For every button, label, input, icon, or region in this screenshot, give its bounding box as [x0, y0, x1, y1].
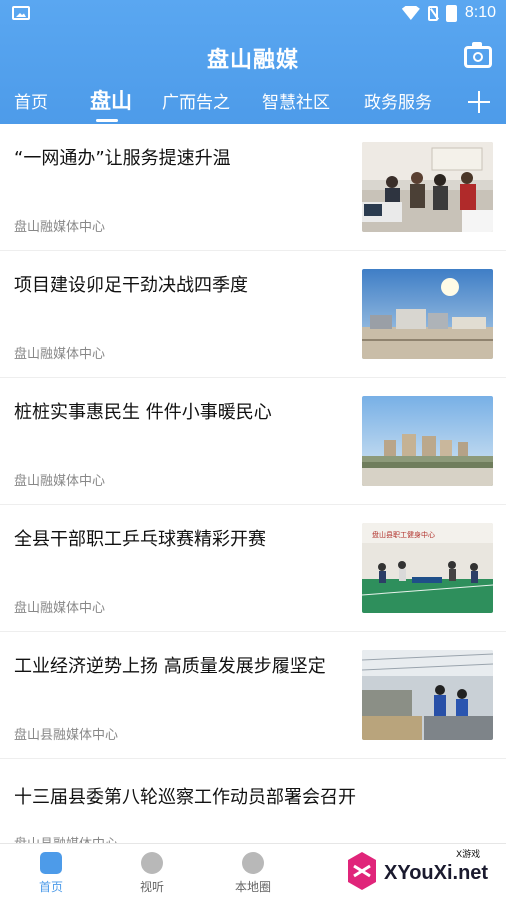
news-thumbnail — [362, 142, 493, 232]
nav-home-label: 首页 — [38, 880, 63, 894]
no-sim-icon — [427, 5, 438, 21]
status-icons: 8:10 — [401, 4, 496, 22]
news-source: 盘山融媒体中心 — [14, 220, 106, 235]
wifi-icon — [401, 6, 420, 20]
news-title: 项目建设卯足干劲决战四季度 — [14, 275, 248, 296]
image-notification-icon — [12, 6, 30, 20]
tab-panshan[interactable]: 盘山 — [90, 85, 132, 115]
news-item[interactable]: “一网通办”让服务提速升温 盘山融媒体中心 — [0, 124, 506, 251]
tab-ads[interactable]: 广而告之 — [162, 88, 230, 113]
news-source: 盘山融媒体中心 — [14, 474, 106, 489]
watermark-top: X游戏 — [456, 848, 480, 860]
gym-banner-text: 盘山县职工健身中心 — [372, 530, 435, 539]
news-thumbnail — [362, 396, 493, 486]
active-tab-indicator — [96, 119, 118, 122]
play-icon — [141, 852, 163, 874]
nav-local-label: 本地圈 — [234, 880, 271, 894]
channel-tabs: 首页 盘山 广而告之 智慧社区 政务服务 — [0, 88, 506, 120]
news-source: 盘山融媒体中心 — [14, 601, 106, 616]
news-source: 盘山县融媒体中心 — [14, 728, 119, 743]
camera-icon[interactable] — [464, 42, 492, 68]
news-item[interactable]: 全县干部职工乒乓球赛精彩开赛 盘山融媒体中心 盘山县职工健身中心 — [0, 505, 506, 632]
news-title: 十三届县委第八轮巡察工作动员部署会召开 — [14, 787, 356, 808]
status-bar: 8:10 — [0, 0, 506, 30]
news-item[interactable]: 桩桩实事惠民生 件件小事暖民心 盘山融媒体中心 — [0, 378, 506, 505]
news-thumbnail — [362, 650, 493, 740]
tab-government[interactable]: 政务服务 — [364, 88, 432, 113]
watermark-main: XYouXi.net — [384, 862, 488, 884]
app-header: 8:10 盘山融媒 首页 盘山 广而告之 智慧社区 政务服务 — [0, 0, 506, 124]
news-title: 桩桩实事惠民生 件件小事暖民心 — [14, 402, 272, 423]
nav-home[interactable]: 首页 — [11, 850, 91, 895]
news-list: “一网通办”让服务提速升温 盘山融媒体中心 项目建设卯足干劲决战四季度 盘山融媒… — [0, 124, 506, 885]
status-time: 8:10 — [464, 4, 496, 21]
tab-home[interactable]: 首页 — [14, 88, 48, 113]
tab-community[interactable]: 智慧社区 — [262, 88, 330, 113]
news-title: 工业经济逆势上扬 高质量发展步履坚定 — [14, 656, 326, 677]
watermark-logo: X游戏 XYouXi.net — [340, 846, 506, 894]
news-title: 全县干部职工乒乓球赛精彩开赛 — [14, 529, 266, 550]
news-title: “一网通办”让服务提速升温 — [14, 148, 231, 169]
news-thumbnail: 盘山县职工健身中心 — [362, 523, 493, 613]
battery-icon — [445, 4, 457, 22]
nav-local[interactable]: 本地圈 — [213, 850, 293, 895]
news-item[interactable]: 工业经济逆势上扬 高质量发展步履坚定 盘山县融媒体中心 — [0, 632, 506, 759]
compass-icon — [242, 852, 264, 874]
news-item[interactable]: 项目建设卯足干劲决战四季度 盘山融媒体中心 — [0, 251, 506, 378]
news-thumbnail — [362, 269, 493, 359]
nav-audio-video-label: 视听 — [139, 880, 164, 894]
nav-audio-video[interactable]: 视听 — [112, 850, 192, 895]
news-source: 盘山融媒体中心 — [14, 347, 106, 362]
home-icon — [40, 852, 62, 874]
app-title: 盘山融媒 — [206, 48, 299, 73]
add-channel-icon[interactable] — [468, 91, 490, 113]
